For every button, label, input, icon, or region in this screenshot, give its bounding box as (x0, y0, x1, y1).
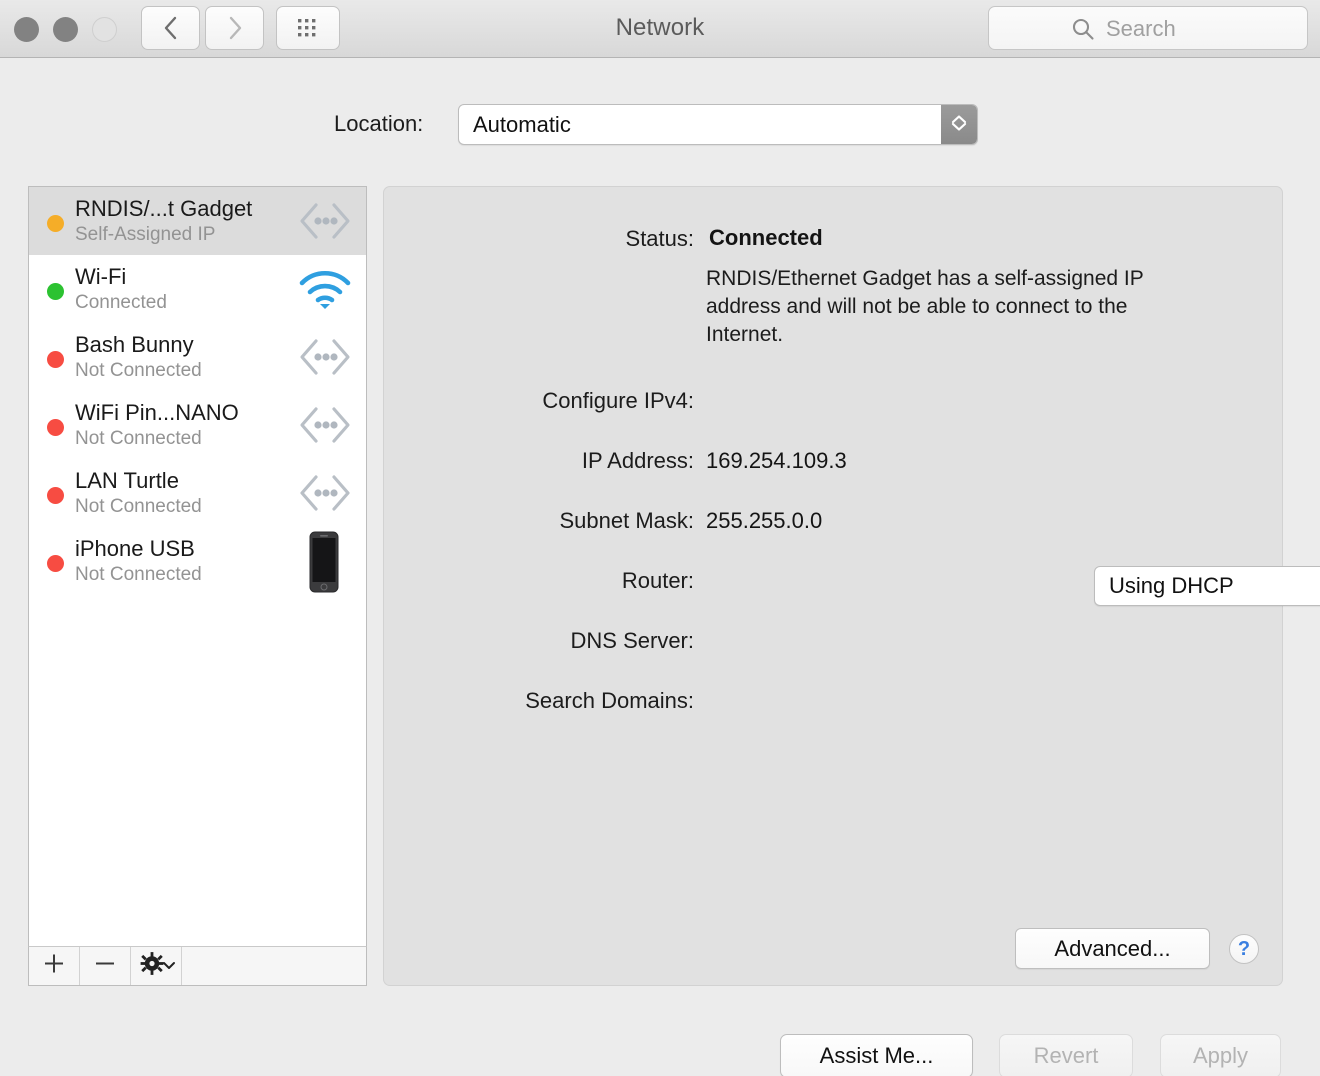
service-detail-panel: Status: Connected RNDIS/Ethernet Gadget … (383, 186, 1320, 986)
service-status: Not Connected (75, 428, 202, 449)
service-status: Not Connected (75, 564, 202, 585)
status-value: Connected (709, 225, 823, 250)
search-placeholder: Search (1106, 16, 1176, 41)
status-note: RNDIS/Ethernet Gadget has a self-assigne… (706, 267, 1144, 346)
network-preferences-window: Network Search Location: Automatic RNDIS… (0, 0, 1320, 1076)
network-service-list[interactable]: RNDIS/...t Gadget Self-Assigned IP Wi-Fi… (28, 186, 367, 986)
status-dot (47, 419, 64, 436)
search-icon (1071, 17, 1095, 46)
status-label: Status: (625, 226, 694, 251)
chevron-down-icon (950, 119, 968, 137)
toolbar-filler (182, 947, 366, 985)
serial-ethernet-icon (296, 333, 354, 381)
service-name: WiFi Pin...NANO (75, 400, 239, 425)
service-status: Not Connected (75, 360, 202, 381)
serial-ethernet-icon (296, 401, 354, 449)
ip-address-value: 169.254.109.3 (706, 448, 847, 473)
subnet-mask-value: 255.255.0.0 (706, 508, 823, 533)
gear-icon (140, 952, 164, 981)
service-name: Wi-Fi (75, 264, 127, 289)
service-status: Self-Assigned IP (75, 224, 216, 245)
status-dot (47, 487, 64, 504)
configure-ipv4-value: Using DHCP (1109, 573, 1234, 598)
search-input[interactable]: Search (988, 6, 1308, 50)
remove-service-button[interactable] (80, 947, 131, 985)
assist-me-button[interactable]: Assist Me... (780, 1034, 973, 1076)
iphone-icon (302, 531, 346, 593)
add-service-button[interactable] (29, 947, 80, 985)
status-dot (47, 283, 64, 300)
service-name: RNDIS/...t Gadget (75, 196, 253, 221)
dns-server-label: DNS Server: (570, 628, 694, 653)
list-item[interactable]: iPhone USB Not Connected (29, 527, 366, 595)
list-item[interactable]: Bash Bunny Not Connected (29, 323, 366, 391)
subnet-mask-label: Subnet Mask: (559, 508, 694, 533)
status-dot (47, 555, 64, 572)
service-list-toolbar (28, 946, 367, 986)
serial-ethernet-icon (296, 469, 354, 517)
configure-ipv4-select[interactable]: Using DHCP (1094, 566, 1320, 606)
window-titlebar: Network Search (0, 0, 1320, 58)
location-stepper[interactable] (941, 105, 977, 144)
plus-icon (43, 953, 65, 980)
advanced-button[interactable]: Advanced... (1015, 928, 1210, 969)
service-name: Bash Bunny (75, 332, 194, 357)
service-actions-button[interactable] (131, 947, 182, 985)
location-select[interactable]: Automatic (458, 104, 978, 145)
chevron-down-icon (162, 957, 176, 975)
apply-button: Apply (1160, 1034, 1281, 1076)
service-name: iPhone USB (75, 536, 195, 561)
location-value: Automatic (473, 111, 571, 137)
wifi-icon (296, 265, 354, 313)
location-label: Location: (334, 111, 424, 136)
ip-address-label: IP Address: (581, 448, 694, 473)
list-item[interactable]: LAN Turtle Not Connected (29, 459, 366, 527)
help-button[interactable]: ? (1229, 934, 1259, 964)
minus-icon (94, 953, 116, 980)
search-domains-label: Search Domains: (525, 688, 694, 713)
revert-button: Revert (999, 1034, 1133, 1076)
service-status: Connected (75, 292, 167, 313)
configure-ipv4-label: Configure IPv4: (542, 388, 694, 413)
service-status: Not Connected (75, 496, 202, 517)
list-item[interactable]: Wi-Fi Connected (29, 255, 366, 323)
serial-ethernet-icon (296, 197, 354, 245)
service-name: LAN Turtle (75, 468, 179, 493)
list-item[interactable]: WiFi Pin...NANO Not Connected (29, 391, 366, 459)
list-item[interactable]: RNDIS/...t Gadget Self-Assigned IP (29, 187, 366, 255)
router-label: Router: (621, 568, 694, 593)
status-dot (47, 351, 64, 368)
status-dot (47, 215, 64, 232)
